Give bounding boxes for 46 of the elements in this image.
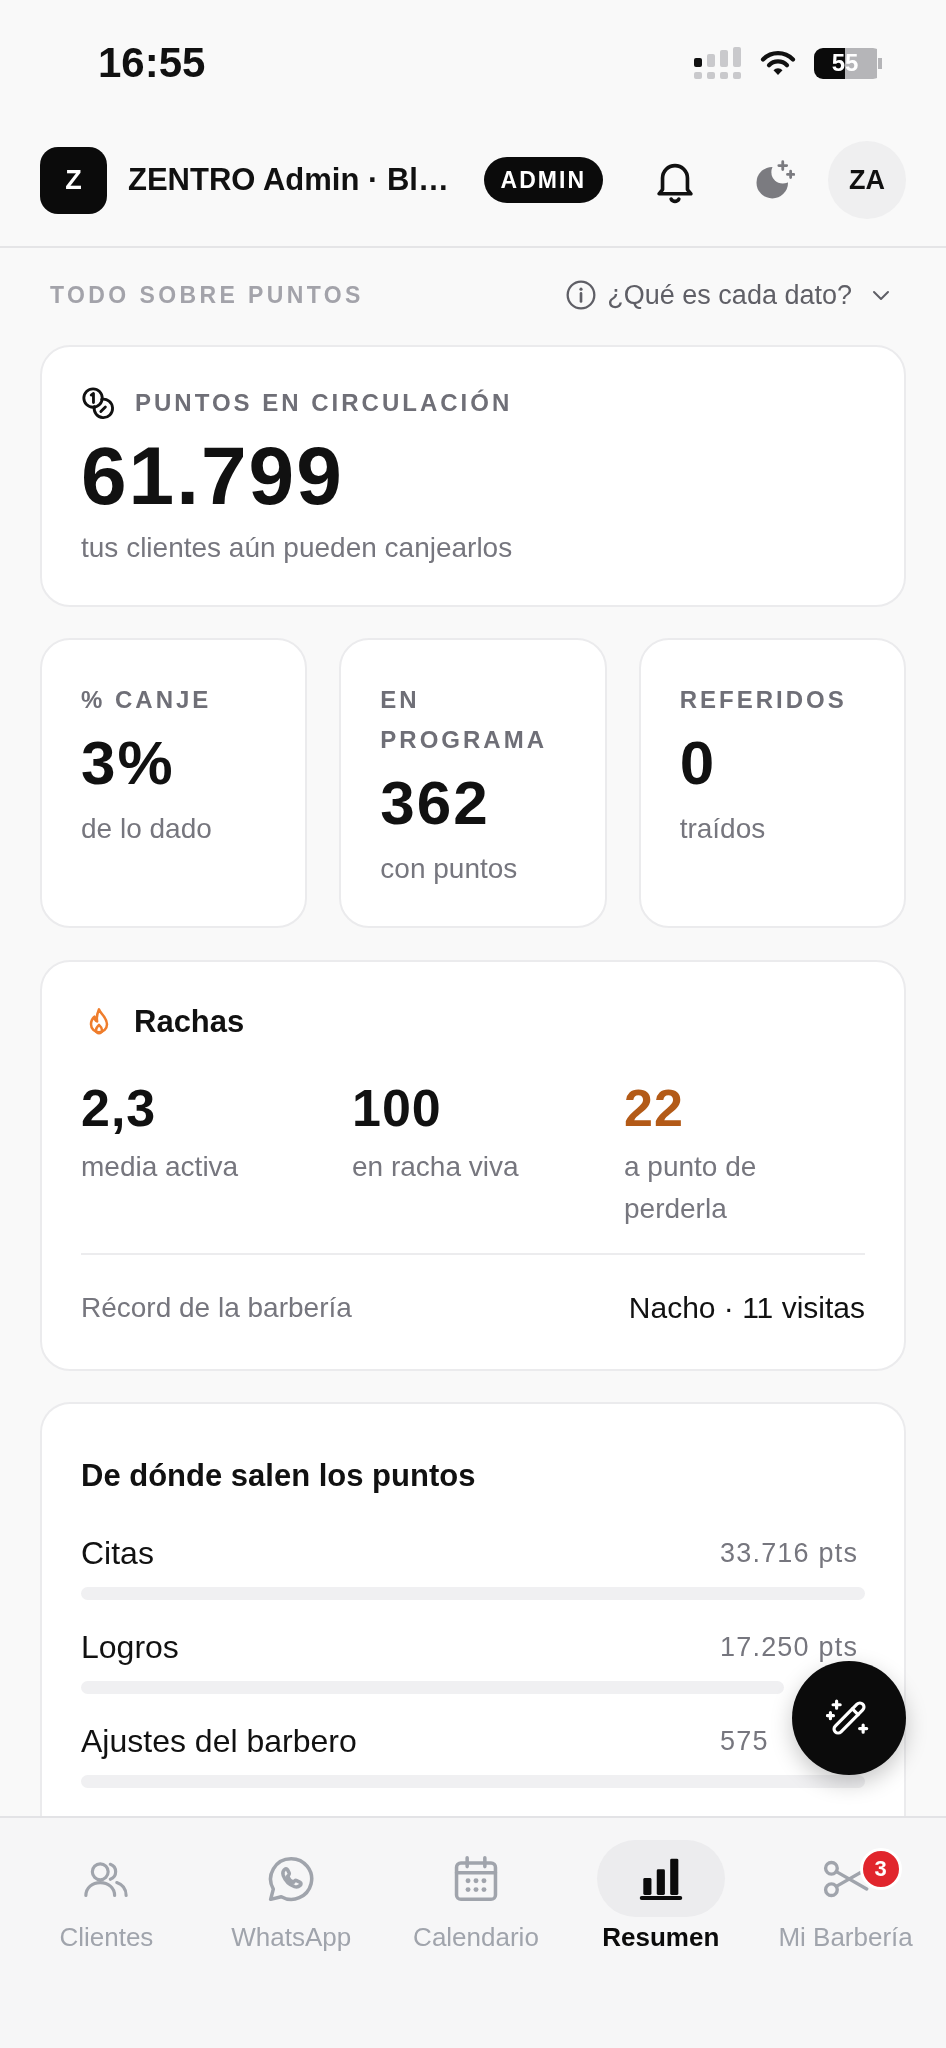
source-points: 17.250 pts (720, 1631, 860, 1663)
record-label: Récord de la barbería (81, 1292, 352, 1324)
section-title: TODO SOBRE PUNTOS (50, 281, 364, 309)
coins-icon (81, 386, 115, 420)
record-value: Nacho · 11 visitas (628, 1291, 865, 1325)
streak-caption: media activa (81, 1150, 240, 1184)
logo-mark: Z (40, 146, 107, 214)
info-icon (565, 279, 598, 311)
stat-caption: con puntos (380, 852, 519, 886)
stat-label: PUNTOS EN CIRCULACIÓN (135, 389, 513, 417)
moon-icon[interactable] (753, 159, 795, 201)
source-name: Citas (81, 1534, 154, 1572)
notification-badge: 3 (859, 1848, 902, 1890)
card-title: De dónde salen los puntos (81, 1458, 477, 1494)
streak-caption: a punto de perderla (624, 1150, 758, 1226)
source-points: 33.716 pts (720, 1537, 860, 1569)
phone-bubble-icon (268, 1855, 315, 1902)
source-points: 575 (720, 1725, 770, 1757)
stat-value: 362 (380, 771, 491, 835)
stat-value: 61.799 (81, 431, 345, 521)
stat-caption: de lo dado (81, 812, 213, 846)
avatar[interactable]: ZA (828, 141, 906, 219)
streak-caption: en racha viva (352, 1150, 520, 1184)
streak-value: 22 (624, 1080, 685, 1136)
tab-item[interactable]: 3 Mi Barbería (753, 1840, 938, 1953)
stat-label: REFERIDOS (679, 685, 848, 715)
stat-value: 3% (81, 731, 176, 795)
app-title: ZENTRO Admin · Bl… (128, 162, 450, 198)
role-badge: ADMIN (483, 157, 603, 203)
help-toggle[interactable]: ¿Qué es cada dato? (565, 279, 890, 311)
calendar-icon (453, 1855, 499, 1902)
signal-icon (693, 47, 742, 79)
tab-item[interactable]: Resumen (568, 1840, 754, 1953)
source-name: Logros (81, 1628, 179, 1666)
battery-level: 55 (814, 47, 882, 79)
card-title: Rachas (134, 1004, 245, 1040)
stat-caption: traídos (679, 812, 767, 846)
streak-value: 2,3 (81, 1080, 158, 1136)
wifi-icon (760, 50, 796, 76)
stat-label: % CANJE (81, 685, 213, 715)
source-name: Ajustes del barbero (81, 1722, 357, 1760)
stat-caption: tus clientes aún pueden canjearlos (81, 531, 514, 565)
status-time: 16:55 (98, 42, 206, 84)
streak-value: 100 (352, 1080, 443, 1136)
stat-label: EN PROGRAMA (380, 685, 548, 755)
stat-value: 0 (679, 731, 718, 795)
